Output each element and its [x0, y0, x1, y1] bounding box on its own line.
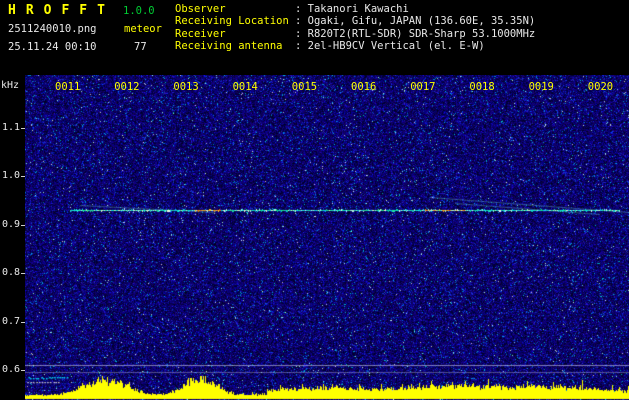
info-label: Receiving antenna: [175, 40, 283, 53]
station-info: Observer: Takanori Kawachi Receiving Loca…: [175, 3, 535, 53]
time-tick-label: 0011: [55, 81, 81, 93]
time-tick-label: 0014: [232, 81, 258, 93]
freq-tick-mark: [21, 128, 25, 129]
info-value: : R820T2(RTL-SDR) SDR-Sharp 53.1000MHz: [295, 27, 536, 40]
info-label: Receiver: [175, 27, 226, 40]
time-tick-label: 0012: [114, 81, 140, 93]
info-label: Observer: [175, 3, 226, 15]
station-info-row: Receiving Location : Ogaki, Gifu, JAPAN (…: [175, 15, 535, 27]
station-info-row: Receiving antenna : 2el-HB9CV Vertical (e…: [175, 40, 535, 52]
time-tick-label: 0016: [351, 81, 377, 93]
freq-tick-label: 1.0: [1, 170, 20, 182]
echo-count: 77: [134, 41, 147, 53]
output-filename: 2511240010.png: [8, 23, 97, 35]
info-value: : 2el-HB9CV Vertical (el. E-W): [295, 40, 485, 53]
time-tick-label: 0013: [173, 81, 199, 93]
y-axis-unit-label: kHz: [1, 80, 20, 91]
freq-tick-label: 1.1: [1, 122, 20, 133]
time-tick-label: 0015: [291, 81, 318, 93]
info-value: : Ogaki, Gifu, JAPAN (136.60E, 35.35N): [295, 15, 536, 28]
info-value: : Takanori Kawachi: [295, 3, 409, 15]
freq-tick-label: 0.8: [1, 267, 20, 279]
mode-label: meteor: [124, 23, 162, 35]
spectrogram-canvas: [25, 75, 629, 400]
freq-tick-mark: [21, 273, 25, 275]
freq-tick-mark: [21, 321, 25, 323]
observation-datetime: 25.11.24 00:10: [8, 41, 97, 53]
time-tick-label: 0020: [587, 81, 614, 93]
station-info-row: Observer : Takanori Kawachi: [175, 3, 535, 15]
time-tick-label: 0017: [410, 81, 436, 93]
station-info-row: Receiver : R820T2(RTL-SDR) SDR-Sharp 53.1…: [175, 28, 535, 40]
freq-tick-mark: [21, 370, 25, 371]
info-label: Receiving Location: [175, 15, 289, 28]
freq-tick-mark: [21, 176, 25, 178]
freq-tick-mark: [21, 224, 25, 226]
hrofft-spectrogram-window: HROFFT 1.0.0 2511240010.png meteor 25.11…: [0, 0, 629, 400]
freq-tick-label: 0.6: [1, 364, 20, 375]
freq-tick-label: 0.7: [1, 315, 20, 327]
app-version: 1.0.0: [123, 5, 155, 17]
time-tick-label: 0018: [469, 81, 495, 93]
freq-tick-label: 0.9: [1, 218, 20, 230]
app-title: HROFFT: [8, 3, 115, 18]
time-tick-label: 0019: [528, 81, 554, 93]
